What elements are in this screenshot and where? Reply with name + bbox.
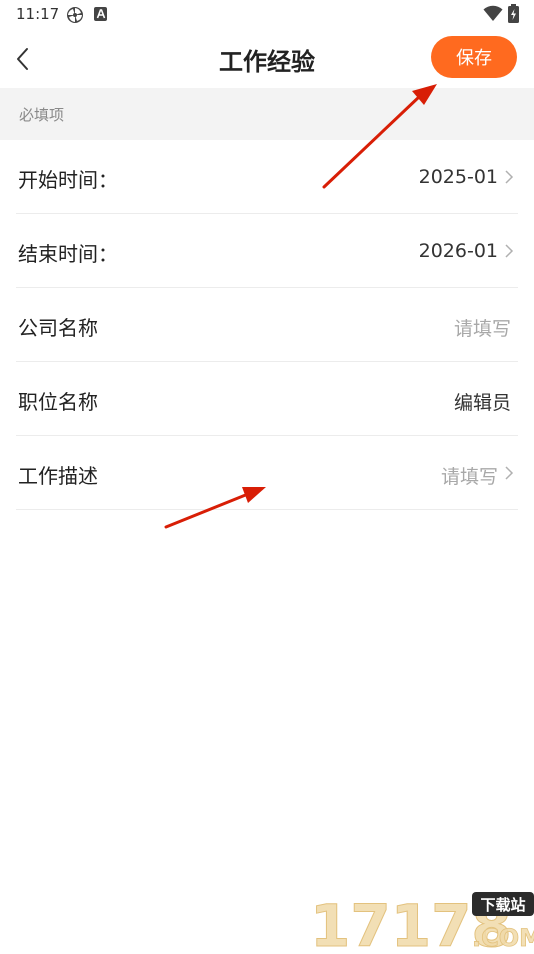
start-time-value: 2025-01 <box>418 166 498 188</box>
pinwheel-icon <box>66 6 84 28</box>
watermark-suffix: .COM <box>472 924 534 950</box>
chevron-right-icon <box>505 244 514 258</box>
start-time-row[interactable]: 开始时间： 2025-01 <box>16 140 518 214</box>
job-description-value: 请填写 <box>440 466 498 488</box>
end-time-value: 2026-01 <box>418 240 498 262</box>
company-name-row[interactable]: 公司名称 请填写 <box>16 288 518 362</box>
status-bar: 11:17 <box>0 0 534 30</box>
save-button[interactable]: 保存 <box>431 36 517 78</box>
header: 工作经验 保存 <box>0 30 534 88</box>
battery-charging-icon <box>508 4 519 28</box>
company-name-input[interactable]: 请填写 <box>454 314 511 341</box>
row-label: 结束时间： <box>18 242 118 266</box>
status-time: 11:17 <box>16 5 60 23</box>
a-letter-icon <box>94 6 108 26</box>
row-label: 工作描述 <box>18 464 98 488</box>
section-header: 必填项 <box>0 88 534 140</box>
end-time-row[interactable]: 结束时间： 2026-01 <box>16 214 518 288</box>
watermark-logo: 17178 下载站 .COM <box>308 886 534 954</box>
position-name-row[interactable]: 职位名称 编辑员 <box>16 362 518 436</box>
row-label: 职位名称 <box>18 390 98 414</box>
watermark-badge: 下载站 <box>480 896 525 914</box>
section-label: 必填项 <box>19 106 65 124</box>
job-description-row[interactable]: 工作描述 请填写 <box>16 436 518 510</box>
chevron-right-icon <box>505 466 514 480</box>
position-name-input[interactable]: 编辑员 <box>454 388 511 415</box>
form-list: 开始时间： 2025-01 结束时间： 2026-01 公司名称 请填写 职位名… <box>0 140 534 510</box>
chevron-right-icon <box>505 170 514 184</box>
wifi-icon <box>483 5 503 27</box>
row-label: 公司名称 <box>18 316 98 340</box>
row-label: 开始时间： <box>18 168 118 192</box>
